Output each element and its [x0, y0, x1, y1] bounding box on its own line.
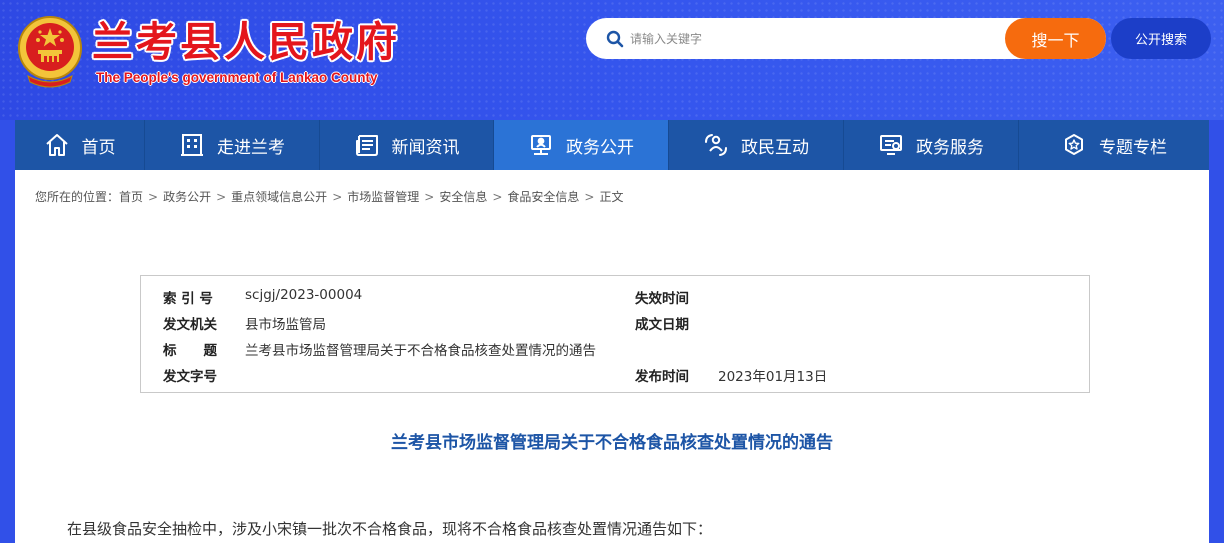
breadcrumb: 您所在的位置： 首页 > 政务公开 > 重点领域信息公开 > 市场监督管理 > …: [35, 188, 624, 205]
nav-item-interaction[interactable]: 政民互动: [669, 120, 844, 170]
meta-label-subject: 标 题: [163, 343, 217, 359]
newspaper-icon: [355, 135, 378, 156]
main-nav: 首页 走进兰考 新闻资讯 政务公开 政民互动 政务服务 专题专栏: [15, 120, 1209, 170]
breadcrumb-current: 正文: [599, 190, 624, 204]
nav-item-service[interactable]: 政务服务: [844, 120, 1019, 170]
breadcrumb-link-safety-info[interactable]: 安全信息: [439, 188, 487, 205]
nav-item-about[interactable]: 走进兰考: [145, 120, 320, 170]
article-title: 兰考县市场监督管理局关于不合格食品核查处置情况的通告: [391, 433, 833, 453]
nav-label: 首页: [81, 137, 116, 158]
meta-value-subject: 兰考县市场监督管理局关于不合格食品核查处置情况的通告: [245, 343, 596, 359]
nav-label: 政务服务: [916, 137, 984, 158]
nav-label: 走进兰考: [217, 137, 285, 158]
breadcrumb-link-gov-affairs[interactable]: 政务公开: [163, 188, 211, 205]
breadcrumb-link-home[interactable]: 首页: [119, 188, 143, 205]
breadcrumb-separator: >: [584, 189, 595, 204]
meta-label-docno: 发文字号: [163, 369, 217, 385]
nav-item-gov-affairs[interactable]: 政务公开: [494, 120, 669, 170]
site-header: 兰考县人民政府 The People's government of Lanka…: [0, 0, 1224, 120]
meta-label-publish: 发布时间: [635, 369, 689, 385]
meta-label-issuer: 发文机关: [163, 317, 217, 333]
meta-label-index: 索 引 号: [163, 291, 213, 307]
meta-value-issuer: 县市场监管局: [245, 317, 326, 333]
nav-label: 政务公开: [566, 137, 634, 158]
breadcrumb-separator: >: [492, 189, 503, 204]
site-subtitle: The People's government of Lankao County: [96, 70, 378, 85]
breadcrumb-prefix: 您所在的位置：: [35, 190, 120, 204]
search-button[interactable]: 搜一下: [1005, 18, 1106, 59]
building-icon: [181, 134, 203, 156]
national-emblem-icon[interactable]: [14, 14, 86, 90]
meta-value-index: scjgj/2023-00004: [245, 287, 363, 303]
government-affairs-icon: [531, 135, 551, 155]
meta-label-created: 成文日期: [635, 317, 689, 333]
breadcrumb-separator: >: [148, 189, 159, 204]
site-title: 兰考县人民政府: [92, 18, 400, 66]
nav-label: 政民互动: [741, 137, 809, 158]
article-paragraph: 在县级食品安全抽检中，涉及小宋镇一批次不合格食品，现将不合格食品核查处置情况通告…: [67, 520, 713, 538]
nav-item-news[interactable]: 新闻资讯: [320, 120, 494, 170]
home-icon: [45, 134, 68, 156]
main-content: 您所在的位置： 首页 > 政务公开 > 重点领域信息公开 > 市场监督管理 > …: [15, 170, 1209, 543]
document-meta-table: 索 引 号 scjgj/2023-00004 失效时间 发文机关 县市场监管局 …: [140, 275, 1090, 393]
meta-value-publish: 2023年01月13日: [718, 369, 828, 385]
public-search-button[interactable]: 公开搜索: [1111, 18, 1211, 59]
search-input[interactable]: [630, 26, 1000, 52]
interaction-icon: [705, 134, 727, 156]
breadcrumb-separator: >: [332, 189, 343, 204]
breadcrumb-separator: >: [216, 189, 227, 204]
special-topic-icon: [1065, 134, 1083, 155]
nav-label: 新闻资讯: [391, 137, 460, 158]
breadcrumb-separator: >: [424, 189, 435, 204]
meta-label-expire: 失效时间: [635, 291, 689, 307]
nav-label: 专题专栏: [1099, 137, 1167, 158]
breadcrumb-link-key-areas[interactable]: 重点领域信息公开: [231, 188, 327, 205]
nav-item-home[interactable]: 首页: [15, 120, 145, 170]
breadcrumb-link-market-supervision[interactable]: 市场监督管理: [347, 188, 419, 205]
nav-item-special-topics[interactable]: 专题专栏: [1019, 120, 1209, 170]
service-icon: [880, 135, 902, 155]
breadcrumb-link-food-safety[interactable]: 食品安全信息: [507, 188, 579, 205]
search-icon: [606, 30, 624, 48]
